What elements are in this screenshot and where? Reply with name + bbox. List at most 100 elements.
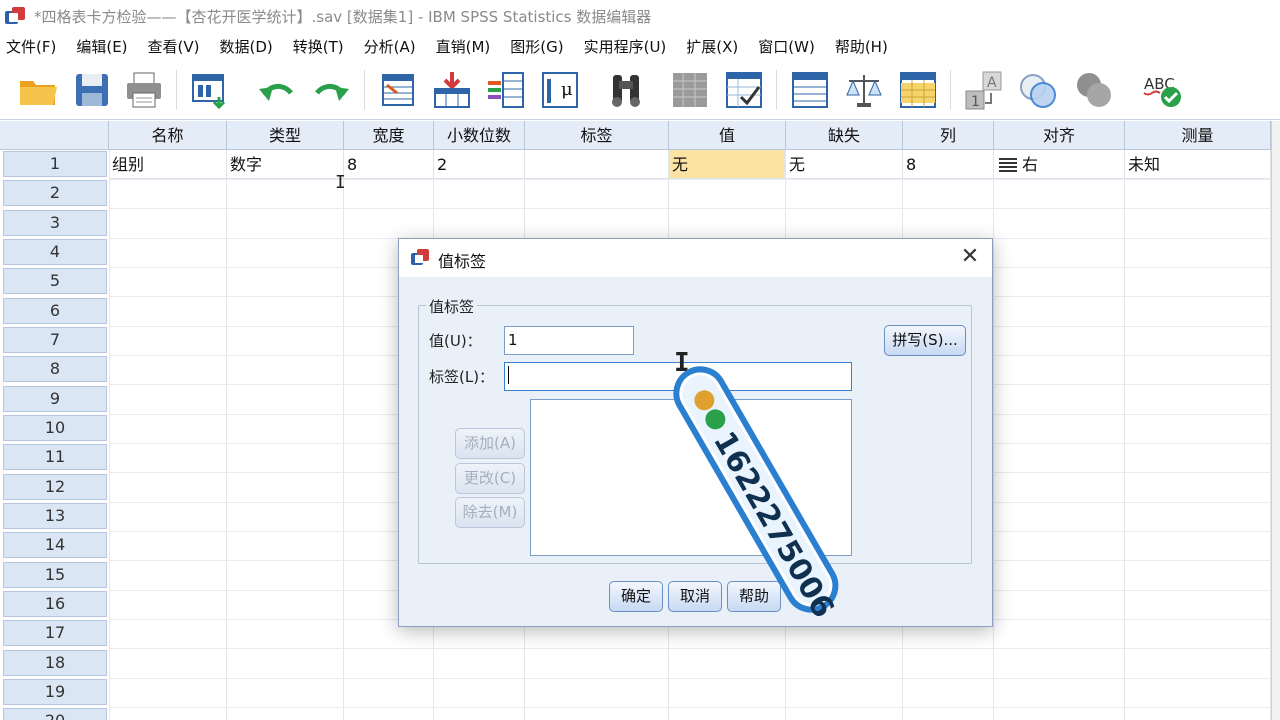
value-labels-list[interactable] bbox=[530, 399, 852, 556]
menu-extensions[interactable]: 扩展(X) bbox=[679, 36, 745, 57]
cell-measure[interactable]: 未知 bbox=[1125, 150, 1271, 179]
row-header[interactable]: 11 bbox=[3, 444, 107, 470]
menu-window[interactable]: 窗口(W) bbox=[751, 36, 822, 57]
dialog-title: 值标签 bbox=[438, 252, 487, 271]
run-descriptives-icon[interactable]: μ bbox=[538, 68, 582, 112]
menu-edit[interactable]: 编辑(E) bbox=[69, 36, 134, 57]
split-file-icon[interactable] bbox=[788, 68, 832, 112]
column-header-columns[interactable]: 列 bbox=[903, 121, 994, 150]
toolbar: μ A1 ABC bbox=[0, 60, 1280, 120]
row-header[interactable]: 2 bbox=[3, 180, 107, 206]
cancel-button[interactable]: 取消 bbox=[668, 581, 722, 612]
column-header-align[interactable]: 对齐 bbox=[994, 121, 1125, 150]
row-header[interactable]: 9 bbox=[3, 386, 107, 412]
go-to-variable-icon[interactable] bbox=[430, 68, 474, 112]
cell-missing[interactable]: 无 bbox=[786, 150, 903, 179]
svg-text:1: 1 bbox=[971, 94, 980, 110]
cell-columns[interactable]: 8 bbox=[903, 150, 994, 179]
menu-file[interactable]: 文件(F) bbox=[0, 36, 63, 57]
row-header[interactable]: 19 bbox=[3, 679, 107, 705]
spelling-button[interactable]: 拼写(S)... bbox=[884, 325, 966, 356]
row-header[interactable]: 17 bbox=[3, 620, 107, 646]
cell-values[interactable]: 无 bbox=[669, 150, 785, 179]
undo-icon[interactable] bbox=[254, 68, 298, 112]
insert-cases-icon[interactable] bbox=[668, 68, 712, 112]
select-cases-icon[interactable] bbox=[896, 68, 940, 112]
menu-analyze[interactable]: 分析(A) bbox=[357, 36, 423, 57]
row-header[interactable]: 16 bbox=[3, 591, 107, 617]
help-button[interactable]: 帮助 bbox=[727, 581, 781, 612]
row-header[interactable]: 15 bbox=[3, 562, 107, 588]
column-header-measure[interactable]: 测量 bbox=[1125, 121, 1271, 150]
menu-utilities[interactable]: 实用程序(U) bbox=[577, 36, 674, 57]
grid-corner[interactable] bbox=[0, 121, 109, 150]
cell-width[interactable]: 8 bbox=[344, 150, 434, 179]
spss-app-icon bbox=[4, 5, 26, 27]
window-title: *四格表卡方检验——【杏花开医学统计】.sav [数据集1] - IBM SPS… bbox=[34, 7, 652, 26]
row-header[interactable]: 3 bbox=[3, 210, 107, 236]
menu-data[interactable]: 数据(D) bbox=[213, 36, 280, 57]
cell-align-text: 右 bbox=[1022, 155, 1039, 174]
change-button[interactable]: 更改(C) bbox=[455, 463, 525, 494]
row-header[interactable]: 7 bbox=[3, 327, 107, 353]
redo-icon[interactable] bbox=[310, 68, 354, 112]
cell-decimals[interactable]: 2 bbox=[434, 150, 525, 179]
close-icon[interactable]: ✕ bbox=[958, 245, 982, 269]
insert-variable-icon[interactable] bbox=[722, 68, 766, 112]
row-header[interactable]: 4 bbox=[3, 239, 107, 265]
row-header[interactable]: 18 bbox=[3, 650, 107, 676]
value-labels-dialog: 值标签 ✕ 值标签 值(U)： 1 标签(L)： 拼写(S)... 添加(A) … bbox=[398, 238, 993, 627]
find-icon[interactable] bbox=[604, 68, 648, 112]
value-input[interactable]: 1 bbox=[504, 326, 634, 355]
ok-button[interactable]: 确定 bbox=[609, 581, 663, 612]
column-header-values[interactable]: 值 bbox=[669, 121, 786, 150]
group-legend: 值标签 bbox=[426, 296, 478, 317]
print-icon[interactable] bbox=[122, 68, 166, 112]
cell-type[interactable]: 数字 bbox=[227, 150, 344, 179]
column-header-name[interactable]: 名称 bbox=[109, 121, 227, 150]
menu-view[interactable]: 查看(V) bbox=[141, 36, 207, 57]
row-header[interactable]: 8 bbox=[3, 356, 107, 382]
title-bar: *四格表卡方检验——【杏花开医学统计】.sav [数据集1] - IBM SPS… bbox=[0, 0, 1280, 32]
dialog-title-bar[interactable]: 值标签 ✕ bbox=[399, 239, 992, 277]
recall-dialog-icon[interactable] bbox=[188, 68, 232, 112]
menu-bar: 文件(F) 编辑(E) 查看(V) 数据(D) 转换(T) 分析(A) 直销(M… bbox=[0, 32, 1280, 60]
row-header[interactable]: 20 bbox=[3, 708, 107, 720]
column-header-label[interactable]: 标签 bbox=[525, 121, 669, 150]
row-header[interactable]: 14 bbox=[3, 532, 107, 558]
menu-transform[interactable]: 转换(T) bbox=[286, 36, 351, 57]
column-header-missing[interactable]: 缺失 bbox=[786, 121, 903, 150]
cell-name[interactable]: 组别 bbox=[109, 150, 227, 179]
show-all-variables-icon[interactable] bbox=[1072, 68, 1116, 112]
row-header[interactable]: 10 bbox=[3, 415, 107, 441]
row-header[interactable]: 5 bbox=[3, 268, 107, 294]
column-header-decimals[interactable]: 小数位数 bbox=[434, 121, 525, 150]
mouse-ibeam-icon: I bbox=[674, 348, 690, 378]
open-folder-icon[interactable] bbox=[16, 68, 60, 112]
go-to-case-icon[interactable] bbox=[376, 68, 420, 112]
weight-cases-icon[interactable] bbox=[842, 68, 886, 112]
vertical-scrollbar[interactable] bbox=[1271, 121, 1280, 720]
spss-app-icon bbox=[410, 248, 430, 268]
cell-align[interactable]: 右 bbox=[994, 150, 1125, 179]
remove-button[interactable]: 除去(M) bbox=[455, 497, 525, 528]
use-variable-sets-icon[interactable] bbox=[1016, 68, 1060, 112]
menu-help[interactable]: 帮助(H) bbox=[828, 36, 895, 57]
spell-check-icon[interactable]: ABC bbox=[1140, 68, 1184, 112]
menu-direct-marketing[interactable]: 直销(M) bbox=[429, 36, 498, 57]
row-header[interactable]: 13 bbox=[3, 503, 107, 529]
row-header[interactable]: 6 bbox=[3, 298, 107, 324]
menu-graphs[interactable]: 图形(G) bbox=[503, 36, 570, 57]
variables-icon[interactable] bbox=[484, 68, 528, 112]
label-field-label: 标签(L)： bbox=[429, 368, 495, 386]
value-field-label: 值(U)： bbox=[429, 332, 482, 350]
save-icon[interactable] bbox=[70, 68, 114, 112]
row-header[interactable]: 12 bbox=[3, 474, 107, 500]
cell-label[interactable] bbox=[525, 150, 669, 179]
add-button[interactable]: 添加(A) bbox=[455, 428, 525, 459]
row-header[interactable]: 1 bbox=[3, 151, 107, 177]
column-header-type[interactable]: 类型 bbox=[227, 121, 344, 150]
column-header-width[interactable]: 宽度 bbox=[344, 121, 434, 150]
value-labels-icon[interactable]: A1 bbox=[962, 68, 1006, 112]
svg-text:A: A bbox=[987, 75, 997, 91]
